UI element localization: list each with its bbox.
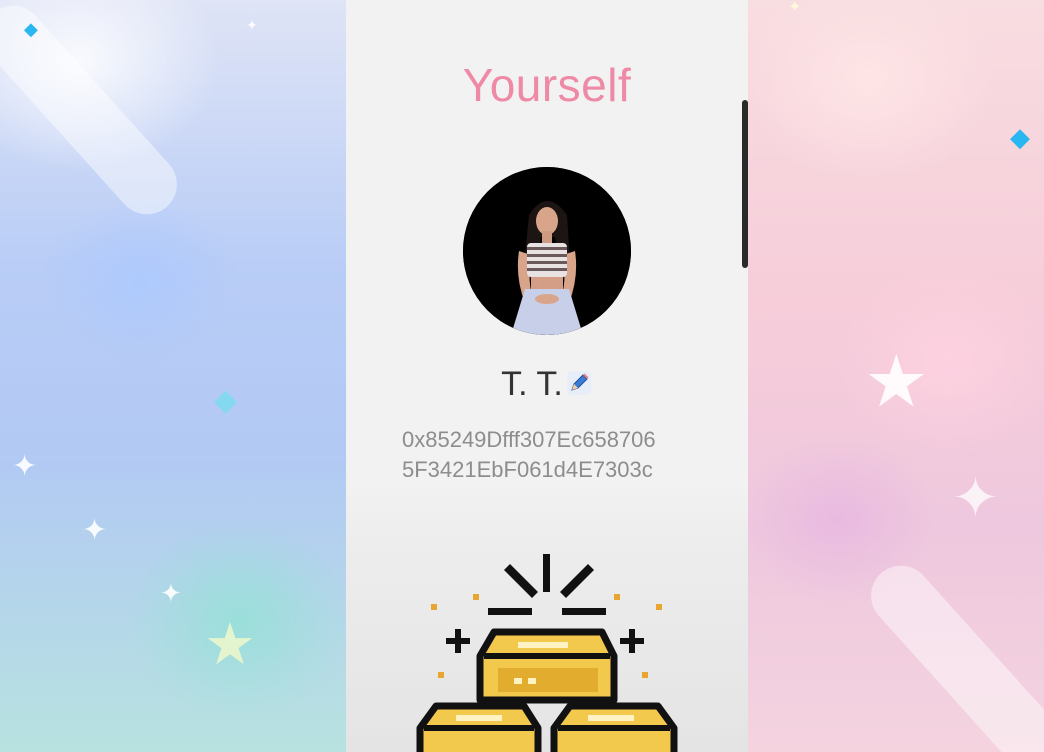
wallet-address-line: 5F3421EbF061d4E7303c	[402, 457, 653, 482]
light-streak	[858, 553, 1044, 752]
gold-bars-icon	[414, 546, 684, 752]
sparkle-icon: ✦	[160, 578, 182, 608]
sparkle-icon: ✦	[952, 466, 999, 529]
profile-panel: Yourself T. T. 0x85249Dfff307Ec658706 5F…	[346, 0, 748, 752]
profile-name: T. T.	[501, 365, 563, 403]
pencil-icon[interactable]	[565, 367, 593, 406]
wallet-address: 0x85249Dfff307Ec658706 5F3421EbF061d4E73…	[402, 425, 702, 485]
avatar-photo	[463, 167, 631, 335]
star-icon: ★	[864, 342, 929, 422]
sparkle-icon: ✦	[12, 450, 38, 483]
profile-name-row: T. T.	[346, 365, 748, 406]
page-title: Yourself	[462, 59, 632, 111]
sparkle-icon: ◆	[24, 19, 38, 39]
avatar[interactable]	[463, 167, 631, 335]
sparkle-icon: ◆	[214, 384, 238, 417]
background-right: ◆ ★ ✦ ✦	[748, 0, 1044, 752]
scrollbar[interactable]	[742, 100, 748, 268]
sparkle-icon: ✦	[82, 514, 108, 547]
sparkle-icon: ✦	[246, 17, 258, 33]
sparkle-icon: ◆	[1010, 122, 1030, 152]
star-icon: ★	[204, 612, 256, 677]
sparkle-icon: ✦	[788, 0, 802, 16]
wallet-address-line: 0x85249Dfff307Ec658706	[402, 427, 656, 452]
background-left: ◆ ✦ ✦ ✦ ✦ ◆ ★	[0, 0, 346, 752]
